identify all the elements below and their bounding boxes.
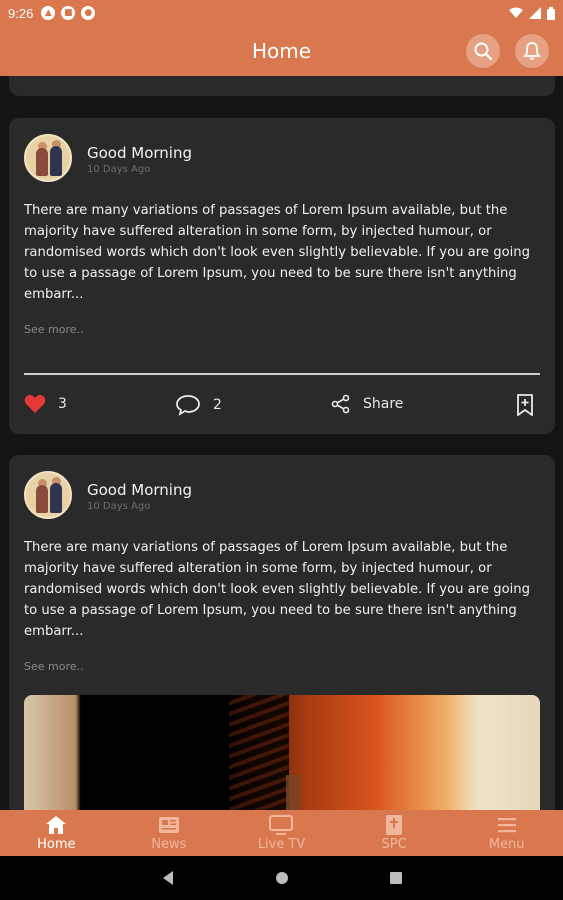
post-card: Good Morning 10 Days Ago There are many … bbox=[9, 455, 555, 810]
see-more-link[interactable]: See more.. bbox=[24, 323, 84, 336]
system-nav-bar bbox=[0, 856, 563, 900]
bookmark-button[interactable] bbox=[516, 394, 534, 416]
nav-label: News bbox=[151, 837, 187, 852]
notification-m-icon: ■ bbox=[61, 6, 76, 20]
bookmark-add-icon bbox=[517, 394, 533, 416]
nav-label: SPC bbox=[381, 837, 407, 852]
notification-a-icon: ▲ bbox=[41, 6, 56, 20]
post-image[interactable] bbox=[24, 695, 540, 810]
avatar[interactable] bbox=[24, 134, 72, 182]
share-icon bbox=[331, 394, 350, 414]
nav-item-menu[interactable]: Menu bbox=[450, 810, 563, 856]
recents-icon[interactable] bbox=[389, 871, 403, 885]
post-body: There are many variations of passages of… bbox=[24, 203, 531, 302]
post-author: Good Morning bbox=[87, 481, 192, 499]
nav-label: Menu bbox=[488, 837, 525, 852]
share-label: Share bbox=[363, 396, 404, 412]
heart-icon bbox=[24, 394, 46, 413]
comment-icon bbox=[176, 395, 200, 416]
divider bbox=[24, 373, 540, 375]
nav-label: Live TV bbox=[257, 837, 306, 852]
signal-icon bbox=[529, 7, 541, 19]
feed[interactable]: Good Morning 10 Days Ago There are many … bbox=[0, 76, 563, 810]
nav-item-live-tv[interactable]: Live TV bbox=[225, 810, 338, 856]
bottom-nav: Home News Live TV SPC Menu bbox=[0, 810, 563, 856]
post-time: 10 Days Ago bbox=[87, 164, 151, 175]
news-icon bbox=[158, 814, 180, 836]
battery-icon bbox=[547, 6, 555, 20]
status-bar: 9:26 ▲ ■ ● bbox=[0, 0, 563, 26]
home-icon bbox=[45, 814, 67, 836]
wifi-icon bbox=[509, 7, 523, 18]
menu-icon bbox=[497, 814, 517, 836]
nav-item-home[interactable]: Home bbox=[0, 810, 113, 856]
status-time: 9:26 bbox=[8, 5, 34, 21]
tv-icon bbox=[269, 814, 294, 836]
nav-item-news[interactable]: News bbox=[113, 810, 226, 856]
notifications-button[interactable] bbox=[515, 34, 549, 68]
post-actions: 3 2 Share bbox=[24, 394, 540, 420]
page-title: Home bbox=[251, 39, 312, 63]
share-button[interactable]: Share bbox=[331, 394, 403, 414]
post-card: Good Morning 10 Days Ago There are many … bbox=[9, 118, 555, 434]
search-button[interactable] bbox=[466, 34, 500, 68]
comment-count: 2 bbox=[213, 397, 222, 413]
bell-icon bbox=[523, 42, 541, 60]
notification-p-icon: ● bbox=[81, 6, 96, 20]
post-time: 10 Days Ago bbox=[87, 501, 151, 512]
back-icon[interactable] bbox=[161, 870, 175, 886]
app-screen: 9:26 ▲ ■ ● Home Good Morning 10 Days Ago… bbox=[0, 0, 563, 900]
nav-item-spc[interactable]: SPC bbox=[338, 810, 451, 856]
avatar[interactable] bbox=[24, 471, 72, 519]
post-author: Good Morning bbox=[87, 144, 192, 162]
app-bar: Home bbox=[0, 26, 563, 76]
search-icon bbox=[474, 42, 493, 61]
comment-button[interactable]: 2 bbox=[175, 394, 222, 416]
post-body: There are many variations of passages of… bbox=[24, 540, 531, 639]
like-count: 3 bbox=[58, 396, 67, 412]
see-more-link[interactable]: See more.. bbox=[24, 660, 84, 673]
nav-label: Home bbox=[37, 837, 76, 852]
like-button[interactable]: 3 bbox=[24, 394, 67, 414]
spc-icon bbox=[385, 814, 403, 836]
previous-post-card bbox=[9, 76, 555, 96]
home-circle-icon[interactable] bbox=[275, 871, 289, 885]
